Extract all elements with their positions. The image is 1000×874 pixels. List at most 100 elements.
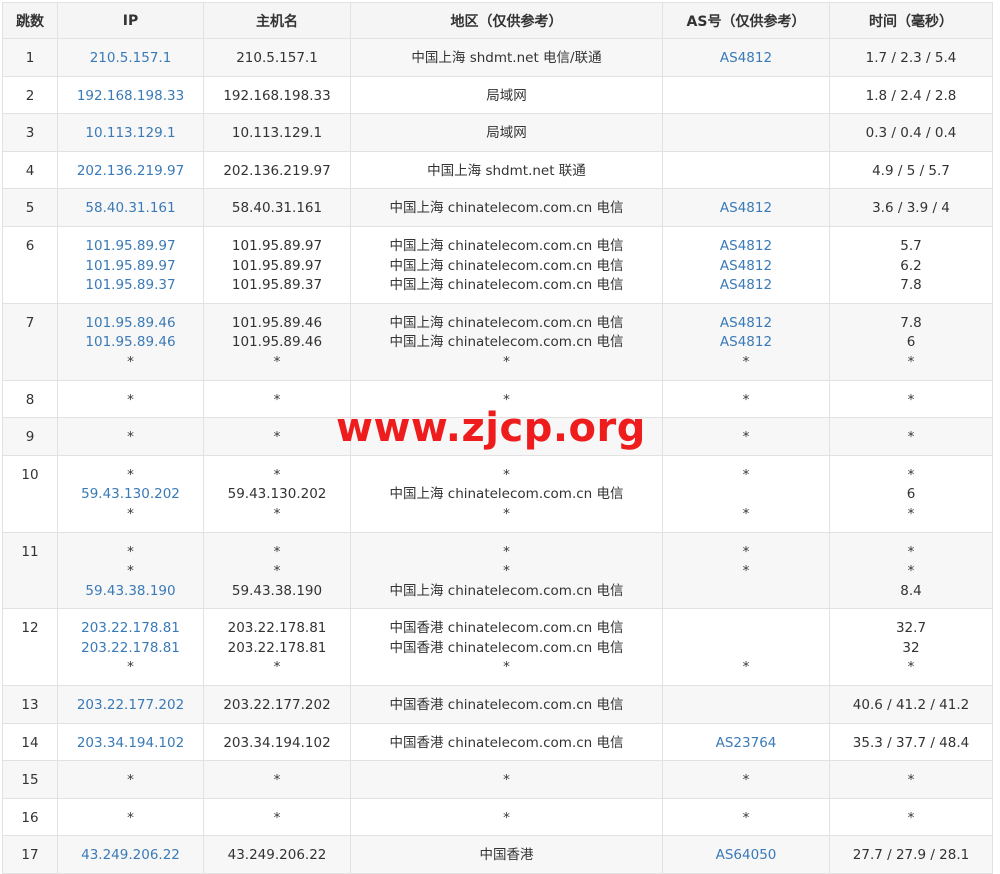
hop-number: 6: [25, 237, 35, 254]
time-cell: 1.7 / 2.3 / 5.4: [829, 38, 993, 77]
ip-text: *: [127, 772, 134, 789]
as-link[interactable]: AS4812: [663, 257, 829, 277]
as-text: *: [742, 563, 750, 580]
hostname-cell: *: [203, 760, 351, 799]
hop-cell: 15: [2, 760, 58, 799]
hostname-text: 203.22.177.202: [223, 697, 331, 714]
hop-cell: 17: [2, 835, 58, 874]
table-row: 3 10.113.129.1 10.113.129.1 局域网 0.3 / 0.4 / …: [2, 113, 993, 152]
ip-link[interactable]: 203.34.194.102: [58, 734, 203, 754]
hop-cell: 5: [2, 188, 58, 227]
ip-link[interactable]: 101.95.89.46: [58, 314, 203, 334]
ip-link[interactable]: 101.95.89.97: [58, 237, 203, 257]
as-cell: AS4812: [662, 38, 830, 77]
time-text: *: [907, 563, 915, 580]
ip-link[interactable]: 203.22.178.81: [58, 639, 203, 659]
time-cell: *: [829, 797, 993, 837]
ip-cell: *: [57, 760, 204, 799]
ip-cell: 192.168.198.33: [57, 75, 204, 115]
hop-number: 2: [25, 87, 35, 104]
region-text: 中国香港 chinatelecom.com.cn 电信: [389, 639, 624, 656]
region-text: 局域网: [486, 87, 527, 104]
ip-text: *: [127, 563, 134, 580]
time-text: 32.7: [895, 620, 927, 637]
as-cell: *: [662, 608, 830, 687]
as-link[interactable]: AS4812: [663, 49, 829, 69]
ip-cell: * 59.43.130.202 *: [57, 454, 204, 533]
table-header-row: 跳数 IP 主机名 地区（仅供参考） AS号（仅供参考） 时间（毫秒）: [2, 2, 993, 39]
ip-link[interactable]: 59.43.130.202: [58, 485, 203, 505]
as-text: *: [742, 543, 750, 560]
as-cell: [662, 75, 830, 115]
hop-number: 11: [21, 543, 39, 560]
ip-link[interactable]: 101.95.89.97: [58, 257, 203, 277]
time-text: 6: [906, 334, 916, 351]
time-text: 3.6 / 3.9 / 4: [872, 200, 950, 217]
table-row: 14 203.34.194.102 203.34.194.102 中国香港 china…: [2, 722, 993, 762]
ip-link[interactable]: 58.40.31.161: [58, 199, 203, 219]
header-ip: IP: [57, 2, 204, 39]
region-text: 中国上海 chinatelecom.com.cn 电信: [389, 257, 624, 274]
ip-link[interactable]: 59.43.38.190: [58, 582, 203, 602]
hostname-text: 101.95.89.46: [231, 314, 323, 331]
as-link[interactable]: AS64050: [663, 846, 829, 866]
ip-link[interactable]: 101.95.89.37: [58, 276, 203, 296]
as-cell: *: [662, 417, 830, 456]
hostname-text: 192.168.198.33: [223, 87, 331, 104]
time-text: *: [907, 505, 915, 522]
hostname-text: 59.43.130.202: [227, 486, 327, 503]
as-link[interactable]: AS4812: [663, 276, 829, 296]
as-link[interactable]: AS23764: [663, 734, 829, 754]
region-text: 中国上海 chinatelecom.com.cn 电信: [389, 486, 624, 503]
as-cell: AS64050: [662, 835, 830, 874]
hostname-cell: 203.34.194.102: [203, 722, 351, 762]
time-cell: 7.8 6 *: [829, 302, 993, 381]
ip-link[interactable]: 192.168.198.33: [58, 87, 203, 107]
table-row: 7 101.95.89.46 101.95.89.46 * 101.95.89.46 10…: [2, 302, 993, 381]
ip-link[interactable]: 101.95.89.46: [58, 333, 203, 353]
table-row: 2 192.168.198.33 192.168.198.33 局域网 1.8 / 2.…: [2, 75, 993, 115]
table-row: 12 203.22.178.81 203.22.178.81 * 203.22.178.…: [2, 608, 993, 687]
as-text: [663, 619, 829, 639]
ip-cell: 101.95.89.46 101.95.89.46 *: [57, 302, 204, 381]
region-cell: 中国上海 shdmt.net 联通: [350, 150, 663, 190]
as-link[interactable]: AS4812: [663, 333, 829, 353]
region-text: 中国上海 chinatelecom.com.cn 电信: [389, 237, 624, 254]
as-text: *: [742, 391, 750, 408]
region-text: 中国香港: [479, 847, 534, 864]
hostname-text: 203.22.178.81: [227, 639, 327, 656]
as-link[interactable]: AS4812: [663, 237, 829, 257]
time-cell: 1.8 / 2.4 / 2.8: [829, 75, 993, 115]
ip-link[interactable]: 210.5.157.1: [58, 49, 203, 69]
region-text: 中国上海 shdmt.net 电信/联通: [411, 50, 602, 66]
ip-link[interactable]: 43.249.206.22: [58, 846, 203, 866]
region-text: 中国上海 shdmt.net 联通: [427, 162, 586, 179]
ip-cell: 203.22.177.202: [57, 685, 204, 724]
as-text: *: [742, 353, 750, 370]
ip-link[interactable]: 203.22.178.81: [58, 619, 203, 639]
hostname-cell: 43.249.206.22: [203, 835, 351, 874]
time-cell: 0.3 / 0.4 / 0.4: [829, 113, 993, 152]
as-text: *: [742, 772, 750, 789]
region-text: *: [503, 505, 510, 522]
hostname-cell: 192.168.198.33: [203, 75, 351, 115]
ip-link[interactable]: 203.22.177.202: [58, 696, 203, 716]
as-link[interactable]: AS4812: [663, 199, 829, 219]
watermark-text: www.zjcp.org: [336, 405, 646, 451]
ip-link[interactable]: 10.113.129.1: [58, 124, 203, 144]
ip-cell: *: [57, 417, 204, 456]
time-text: *: [907, 543, 915, 560]
hostname-cell: 10.113.129.1: [203, 113, 351, 152]
header-region: 地区（仅供参考）: [350, 2, 663, 39]
hop-cell: 7: [2, 302, 58, 381]
hostname-text: *: [273, 563, 281, 580]
hostname-cell: 203.22.177.202: [203, 685, 351, 724]
hop-number: 1: [25, 50, 35, 66]
ip-link[interactable]: 202.136.219.97: [58, 162, 203, 182]
hostname-cell: 210.5.157.1: [203, 38, 351, 77]
region-text: *: [503, 563, 510, 580]
ip-text: *: [127, 505, 134, 522]
hop-cell: 14: [2, 722, 58, 762]
time-text: 7.8: [900, 314, 922, 331]
as-link[interactable]: AS4812: [663, 314, 829, 334]
